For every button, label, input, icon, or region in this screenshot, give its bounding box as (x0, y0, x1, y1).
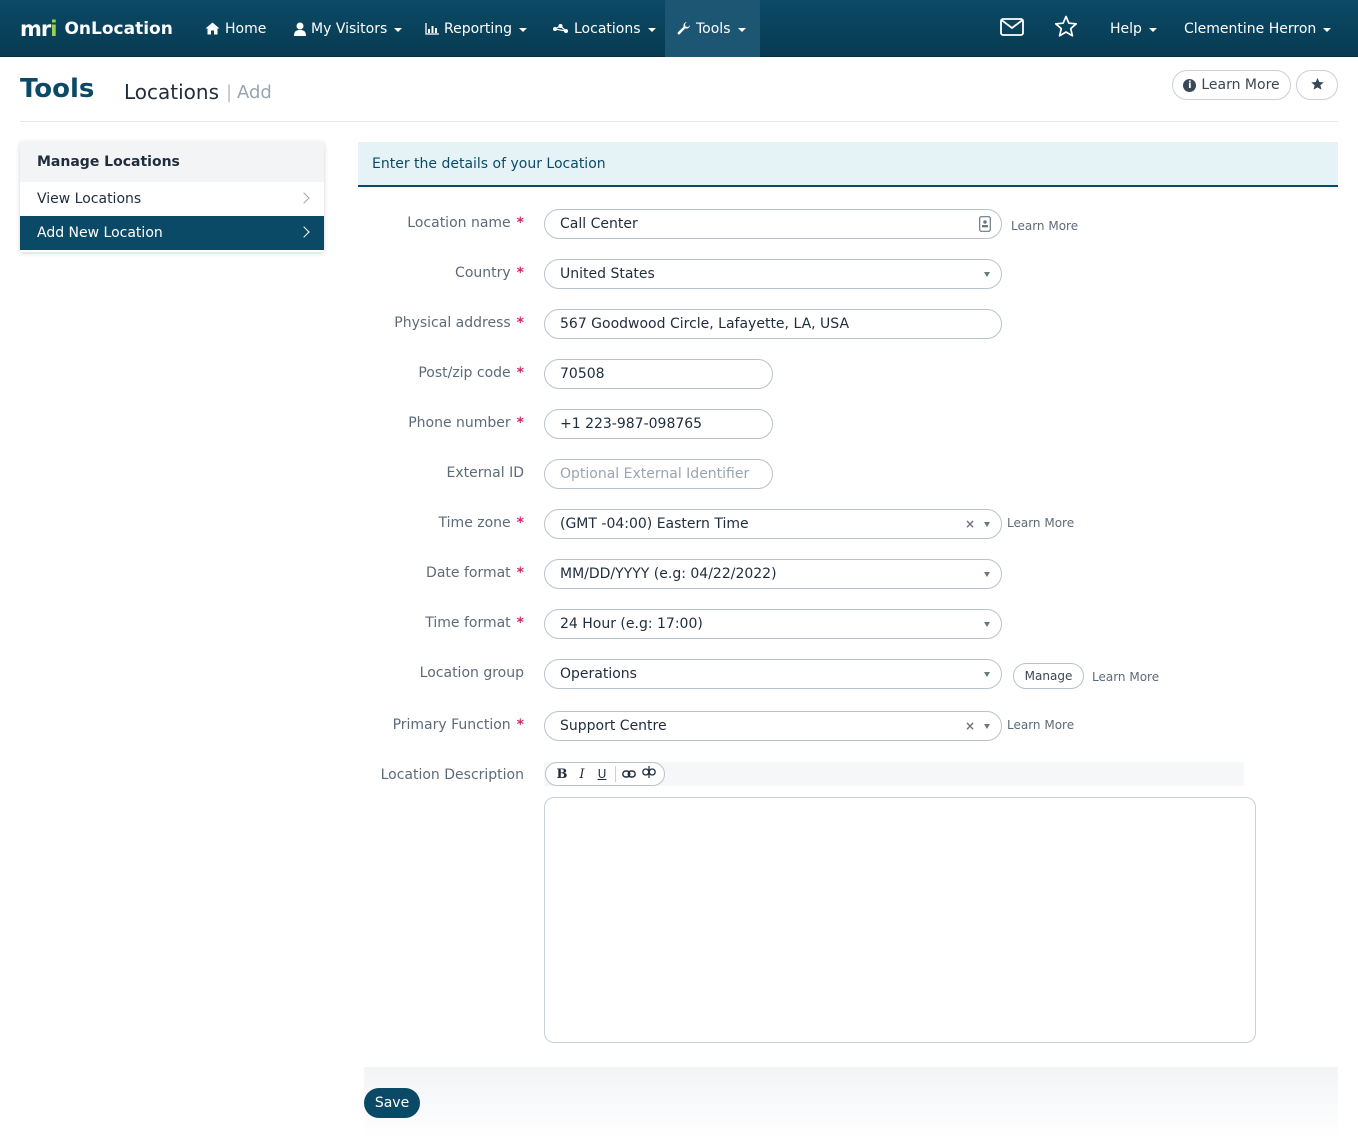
editor-toolbar: B I U (545, 762, 665, 786)
unlink-icon (642, 766, 656, 782)
time-format-label: Time format * (425, 615, 524, 631)
nav-tools-label: Tools (696, 20, 731, 37)
toolbar-divider (615, 766, 616, 782)
nav-tools[interactable]: Tools (665, 0, 760, 57)
location-group-learn-more[interactable]: Learn More (1092, 670, 1159, 684)
unlink-button[interactable] (639, 764, 659, 784)
location-description-label: Location Description (380, 767, 524, 783)
nav-reporting-label: Reporting (444, 20, 513, 37)
chevron-down-icon (737, 27, 746, 32)
header-divider (20, 121, 1338, 122)
location-name-input[interactable]: Call Center (544, 209, 1002, 239)
form-heading: Enter the details of your Location (358, 142, 1338, 187)
contact-card-icon[interactable] (979, 216, 991, 236)
star-icon (1310, 76, 1325, 95)
chevron-down-icon (647, 27, 656, 32)
nav-home-label: Home (225, 20, 267, 37)
post-code-input[interactable]: 70508 (544, 359, 773, 389)
chevron-down-icon (1323, 27, 1332, 32)
location-group-select[interactable]: Operations (544, 659, 1002, 689)
country-label: Country * (455, 265, 524, 281)
form-footer (364, 1067, 1338, 1140)
italic-button[interactable]: I (572, 764, 592, 784)
side-item-view-locations[interactable]: View Locations (20, 182, 324, 216)
wrench-icon (677, 21, 691, 36)
chevron-down-icon (1148, 27, 1157, 32)
time-zone-select[interactable]: (GMT -04:00) Eastern Time × (544, 509, 1002, 539)
location-description-editor[interactable] (544, 797, 1256, 1043)
manage-groups-button[interactable]: Manage (1013, 663, 1084, 689)
primary-function-learn-more[interactable]: Learn More (1007, 718, 1074, 732)
location-name-learn-more[interactable]: Learn More (1011, 219, 1078, 233)
time-zone-label: Time zone * (438, 515, 524, 531)
nodes-icon (552, 23, 569, 35)
country-select[interactable]: United States (544, 259, 1002, 289)
clear-icon[interactable]: × (965, 719, 975, 733)
user-name: Clementine Herron (1184, 20, 1317, 37)
user-icon (294, 22, 306, 36)
top-navbar: mri OnLocation Home My Visitors Reportin… (0, 0, 1358, 57)
clear-icon[interactable]: × (965, 517, 975, 531)
primary-function-select[interactable]: Support Centre × (544, 711, 1002, 741)
phone-number-input[interactable]: +1 223-987-098765 (544, 409, 773, 439)
underline-button[interactable]: U (592, 764, 612, 784)
brand-logo[interactable]: mri OnLocation (20, 0, 173, 57)
external-id-input[interactable]: Optional External Identifier (544, 459, 773, 489)
messages-button[interactable] (988, 0, 1036, 57)
chevron-down-icon (984, 522, 990, 527)
breadcrumb-section: Locations (124, 80, 220, 104)
chevron-down-icon (394, 27, 403, 32)
chevron-down-icon (984, 724, 990, 729)
nav-my-visitors[interactable]: My Visitors (282, 0, 414, 57)
location-group-label: Location group (419, 665, 524, 681)
learn-more-button[interactable]: i Learn More (1172, 70, 1291, 100)
primary-function-label: Primary Function * (392, 717, 524, 733)
learn-more-label: Learn More (1201, 77, 1280, 93)
link-icon (622, 767, 636, 782)
external-id-label: External ID (446, 465, 524, 481)
chevron-down-icon (519, 27, 528, 32)
mail-icon (1000, 17, 1024, 40)
side-menu-heading: Manage Locations (20, 142, 324, 182)
date-format-label: Date format * (426, 565, 524, 581)
chevron-down-icon (984, 672, 990, 677)
time-zone-learn-more[interactable]: Learn More (1007, 516, 1074, 530)
nav-home[interactable]: Home (193, 0, 278, 57)
breadcrumb-subsection: Add (237, 82, 272, 103)
date-format-select[interactable]: MM/DD/YYYY (e.g: 04/22/2022) (544, 559, 1002, 589)
nav-my-visitors-label: My Visitors (311, 20, 388, 37)
save-button[interactable]: Save (364, 1088, 420, 1118)
chevron-right-icon (298, 192, 310, 204)
location-name-label: Location name * (407, 215, 524, 231)
info-icon: i (1183, 78, 1197, 92)
link-button[interactable] (619, 764, 639, 784)
brand-mark: mri (20, 16, 57, 41)
favorites-button[interactable] (1042, 0, 1090, 57)
bookmark-button[interactable] (1296, 70, 1338, 100)
chevron-down-icon (984, 622, 990, 627)
nav-help[interactable]: Help (1098, 0, 1169, 57)
page-title: Tools (20, 74, 95, 104)
physical-address-label: Physical address * (394, 315, 524, 331)
time-format-select[interactable]: 24 Hour (e.g: 17:00) (544, 609, 1002, 639)
side-item-label: View Locations (37, 191, 142, 207)
chevron-down-icon (984, 572, 990, 577)
user-menu[interactable]: Clementine Herron (1172, 0, 1343, 57)
nav-help-label: Help (1110, 20, 1142, 37)
physical-address-input[interactable]: 567 Goodwood Circle, Lafayette, LA, USA (544, 309, 1002, 339)
side-item-label: Add New Location (37, 225, 163, 241)
nav-locations[interactable]: Locations (540, 0, 668, 57)
bold-button[interactable]: B (552, 764, 572, 784)
brand-name: OnLocation (64, 18, 173, 39)
chevron-down-icon (984, 272, 990, 277)
side-menu: Manage Locations View Locations Add New … (20, 142, 324, 252)
phone-number-label: Phone number * (408, 415, 524, 431)
home-icon (205, 22, 220, 35)
nav-locations-label: Locations (574, 20, 641, 37)
chart-icon (425, 22, 439, 35)
breadcrumb-separator: | (226, 82, 233, 103)
post-code-label: Post/zip code * (418, 365, 524, 381)
star-icon (1054, 15, 1078, 42)
nav-reporting[interactable]: Reporting (413, 0, 539, 57)
